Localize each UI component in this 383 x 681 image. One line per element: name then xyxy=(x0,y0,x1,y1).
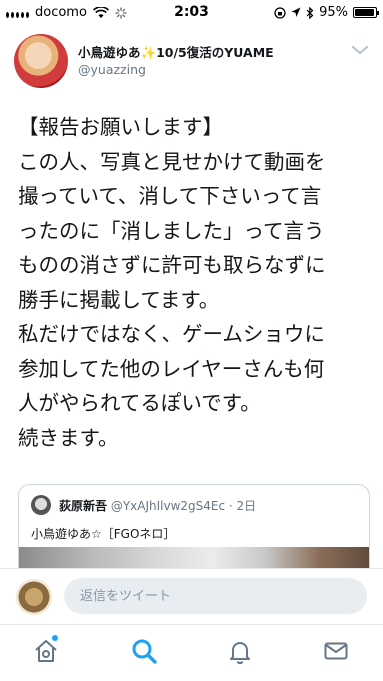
quoted-author-name: 荻原新吾 xyxy=(59,499,108,513)
mail-icon xyxy=(324,642,348,660)
quoted-tweet-header: 荻原新吾 @YxAJhIlvw2gS4Ec · 2日 xyxy=(59,497,256,514)
quoted-tweet-card[interactable]: 荻原新吾 @YxAJhIlvw2gS4Ec · 2日 小鳥遊ゆあ☆［FGOネロ］ xyxy=(18,484,370,580)
current-user-avatar xyxy=(16,579,52,615)
search-tab[interactable] xyxy=(130,637,158,665)
tweet-text: 【報告お願いします】 この人、写真と見せかけて動画を 撮っていて、消して下さいっ… xyxy=(18,110,374,455)
tweet-line: この人、写真と見せかけて動画を xyxy=(18,149,326,174)
quoted-author-avatar xyxy=(31,495,51,515)
status-bar: docomo 2:03 95% xyxy=(0,0,383,26)
author-avatar[interactable] xyxy=(14,34,68,88)
battery-icon xyxy=(353,7,379,18)
bottom-tab-bar xyxy=(0,624,383,681)
tweet-line: ったのに「消しました」って言う xyxy=(18,218,325,243)
tweet-line: 【報告お願いします】 xyxy=(18,115,223,139)
quoted-author-handle-time: @YxAJhIlvw2gS4Ec · 2日 xyxy=(110,499,257,513)
home-icon xyxy=(35,640,57,662)
quoted-tweet-text: 小鳥遊ゆあ☆［FGOネロ］ xyxy=(31,527,176,541)
tweet-line: 続きます。 xyxy=(18,425,119,450)
home-tab[interactable] xyxy=(32,635,60,665)
tweet-line: 勝手に掲載してます。 xyxy=(18,287,220,312)
bluetooth-icon xyxy=(306,6,314,19)
tweet-line: 撮っていて、消して下さいって言 xyxy=(18,184,322,208)
reply-input[interactable] xyxy=(64,578,367,614)
author-handle[interactable]: @yuazzing xyxy=(78,62,146,77)
chevron-down-icon[interactable] xyxy=(351,44,369,56)
author-display-name[interactable]: 小鳥遊ゆあ✨10/5復活のYUAME xyxy=(78,42,274,61)
lock-rotation-icon xyxy=(274,6,286,19)
tweet-line: ものの消さずに許可も取らなずに xyxy=(18,253,326,277)
status-right: 95% xyxy=(274,5,379,20)
bell-icon xyxy=(230,642,250,665)
tweet-line: 人がやられてるぽいです。 xyxy=(18,391,261,415)
tweet-line: 参加してた他のレイヤーさんも何 xyxy=(18,356,325,381)
reply-bar xyxy=(0,568,383,621)
notification-dot xyxy=(52,635,58,641)
tweet-line: 私だけではなく、ゲームショウに xyxy=(18,322,325,346)
search-icon xyxy=(132,639,157,664)
battery-fill xyxy=(355,9,374,16)
battery-percent: 95% xyxy=(319,5,348,20)
location-arrow-icon xyxy=(291,7,301,17)
notifications-tab[interactable] xyxy=(226,637,254,665)
messages-tab[interactable] xyxy=(322,637,350,665)
